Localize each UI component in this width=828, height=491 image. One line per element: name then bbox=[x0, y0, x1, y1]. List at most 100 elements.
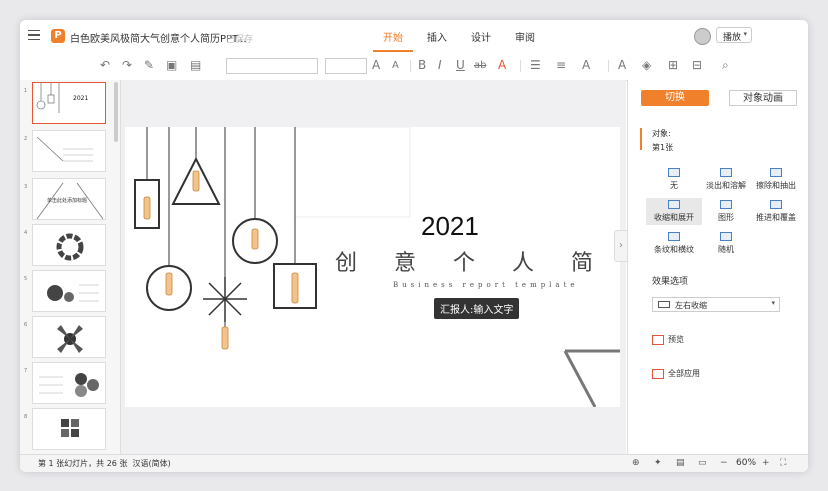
shape-icon[interactable]: ◈ bbox=[642, 58, 651, 72]
preview-icon bbox=[652, 334, 664, 345]
list-icon[interactable]: ☰ bbox=[530, 58, 541, 72]
italic-icon[interactable]: I bbox=[438, 58, 442, 72]
slide-thumbnails: 1 2021 2 3 单击此处添加标题 4 5 6 7 8 bbox=[20, 80, 121, 454]
effect-fade[interactable]: 淡出和溶解 bbox=[702, 168, 750, 191]
effect-option-select[interactable]: 左右收缩 ▾ bbox=[652, 297, 780, 312]
underline-icon[interactable]: U bbox=[456, 58, 465, 72]
effect-push-cover[interactable]: 推进和覆盖 bbox=[748, 200, 804, 223]
app-window: P 白色欧美风极简大气创意个人简历PPT... 已保存 开始 插入 设计 审阅 … bbox=[20, 20, 808, 472]
fit-window-icon[interactable]: ⛶ bbox=[780, 458, 786, 468]
tab-object-animation[interactable]: 对象动画 bbox=[729, 90, 797, 106]
effect-shrink-expand[interactable]: 收缩和展开 bbox=[646, 198, 702, 225]
globe-icon[interactable]: ⊕ bbox=[632, 458, 640, 468]
zoom-level[interactable]: 60% bbox=[736, 458, 756, 468]
clear-format-icon[interactable]: ▣ bbox=[166, 58, 177, 72]
effect-label: 随机 bbox=[718, 245, 734, 254]
font-family-select[interactable] bbox=[226, 58, 318, 74]
undo-icon[interactable]: ↶ bbox=[100, 58, 110, 72]
divider bbox=[608, 60, 609, 72]
tab-transition[interactable]: 切换 bbox=[641, 90, 709, 106]
zoom-in-icon[interactable]: + bbox=[762, 458, 770, 468]
thumbnail-art bbox=[57, 325, 83, 353]
zoom-out-icon[interactable]: − bbox=[720, 458, 728, 468]
slide-title[interactable]: 创 意 个 人 简 bbox=[335, 245, 608, 277]
language-indicator[interactable]: 汉语(简体) bbox=[133, 459, 171, 468]
effect-none[interactable]: 无 bbox=[646, 168, 702, 191]
thumbnail-art bbox=[36, 136, 93, 162]
effect-fade-icon bbox=[720, 168, 732, 177]
preview-button[interactable]: 预览 bbox=[652, 334, 684, 345]
align-icon[interactable]: ≡ bbox=[556, 58, 566, 72]
hamburger-icon[interactable] bbox=[28, 30, 40, 40]
search-icon[interactable]: ⌕ bbox=[722, 58, 729, 73]
line-spacing-icon[interactable]: A bbox=[582, 58, 590, 72]
thumbnail-art bbox=[36, 83, 60, 113]
thumb-number: 2 bbox=[24, 136, 28, 142]
effect-stripes[interactable]: 条纹和横纹 bbox=[646, 232, 702, 255]
thumbnail-art bbox=[47, 284, 99, 302]
chevron-down-icon: ▾ bbox=[771, 299, 775, 307]
effect-label: 收缩和展开 bbox=[654, 213, 694, 222]
thumbnail-slide-8[interactable] bbox=[32, 408, 106, 450]
thumbnail-slide-4[interactable] bbox=[32, 224, 106, 266]
tab-insert[interactable]: 插入 bbox=[415, 29, 459, 52]
slide-subtitle[interactable]: Business report template bbox=[393, 281, 579, 289]
effect-wipe[interactable]: 擦除和抽出 bbox=[748, 168, 804, 191]
document-title: 白色欧美风极简大气创意个人简历PPT... bbox=[70, 34, 247, 45]
thumbnail-slide-7[interactable] bbox=[32, 362, 106, 404]
thumbnail-slide-6[interactable] bbox=[32, 316, 106, 358]
toolbar: ↶ ↷ ✎ ▣ ▤ A A B I U ab A ☰ ≡ A A ◈ ⊞ ⊟ ⌕ bbox=[20, 54, 808, 81]
thumbnail-art bbox=[56, 233, 84, 261]
tab-review[interactable]: 审阅 bbox=[503, 29, 547, 52]
apply-all-button[interactable]: 全部应用 bbox=[652, 368, 700, 379]
table-icon[interactable]: ⊞ bbox=[668, 58, 678, 72]
notes-icon[interactable]: ▤ bbox=[676, 458, 685, 468]
divider bbox=[520, 60, 521, 72]
title-bar: P 白色欧美风极简大气创意个人简历PPT... 已保存 开始 插入 设计 审阅 … bbox=[20, 20, 808, 54]
font-size-select[interactable] bbox=[325, 58, 367, 74]
ribbon-tabs: 开始 插入 设计 审阅 bbox=[371, 29, 547, 52]
effect-label: 淡出和溶解 bbox=[706, 181, 746, 190]
comment-icon[interactable]: ▭ bbox=[698, 458, 707, 468]
accent-bar bbox=[640, 128, 642, 150]
pin-icon[interactable]: ✦ bbox=[654, 458, 662, 468]
thumbnail-art bbox=[39, 373, 99, 397]
tab-design[interactable]: 设计 bbox=[459, 29, 503, 52]
thumb-number: 7 bbox=[24, 368, 28, 374]
effect-shape[interactable]: 图形 bbox=[698, 200, 754, 223]
effect-label: 图形 bbox=[718, 213, 734, 222]
thumbnail-slide-1[interactable]: 2021 bbox=[32, 82, 106, 124]
font-color-icon[interactable]: A bbox=[498, 58, 506, 72]
transition-panel: 切换 对象动画 对象: 第1张 无 淡出和溶解 擦除和抽出 收缩和展开 图形 推… bbox=[627, 80, 808, 454]
tab-start[interactable]: 开始 bbox=[373, 29, 413, 52]
format-painter-icon[interactable]: ✎ bbox=[144, 58, 154, 72]
shrink-font-icon[interactable]: A bbox=[392, 60, 399, 71]
effect-none-icon bbox=[668, 168, 680, 177]
strikethrough-icon[interactable]: ab bbox=[474, 60, 486, 71]
thumb-number: 6 bbox=[24, 322, 28, 328]
presenter-tag[interactable]: 汇报人:输入文字 bbox=[434, 298, 520, 319]
avatar[interactable] bbox=[694, 28, 711, 45]
slide-canvas[interactable]: 2021 创 意 个 人 简 Business report template … bbox=[125, 127, 620, 407]
object-label: 对象: bbox=[652, 129, 671, 138]
redo-icon[interactable]: ↷ bbox=[122, 58, 132, 72]
slide-year[interactable]: 2021 bbox=[421, 211, 479, 242]
thumb-number: 1 bbox=[24, 88, 28, 94]
effect-random[interactable]: 随机 bbox=[698, 232, 754, 255]
thumbnail-scrollbar[interactable] bbox=[114, 82, 118, 142]
thumbnail-slide-3[interactable]: 单击此处添加标题 bbox=[32, 178, 106, 220]
bold-icon[interactable]: B bbox=[418, 58, 426, 72]
apply-all-icon bbox=[652, 368, 664, 379]
chevron-right-icon[interactable]: › bbox=[614, 230, 628, 262]
thumbnail-slide-2[interactable] bbox=[32, 130, 106, 172]
effect-label: 条纹和横纹 bbox=[654, 245, 694, 254]
play-button[interactable]: 播放 ▾ bbox=[716, 27, 752, 43]
thumbnail-slide-5[interactable] bbox=[32, 270, 106, 312]
arrange-icon[interactable]: ⊟ bbox=[692, 58, 702, 72]
grow-font-icon[interactable]: A bbox=[372, 58, 380, 72]
textbox-icon[interactable]: A bbox=[618, 58, 626, 72]
thumb-number: 3 bbox=[24, 184, 28, 190]
layout-icon[interactable]: ▤ bbox=[190, 58, 201, 72]
chevron-down-icon[interactable]: ▾ bbox=[743, 30, 747, 38]
save-status: 已保存 bbox=[226, 35, 254, 45]
